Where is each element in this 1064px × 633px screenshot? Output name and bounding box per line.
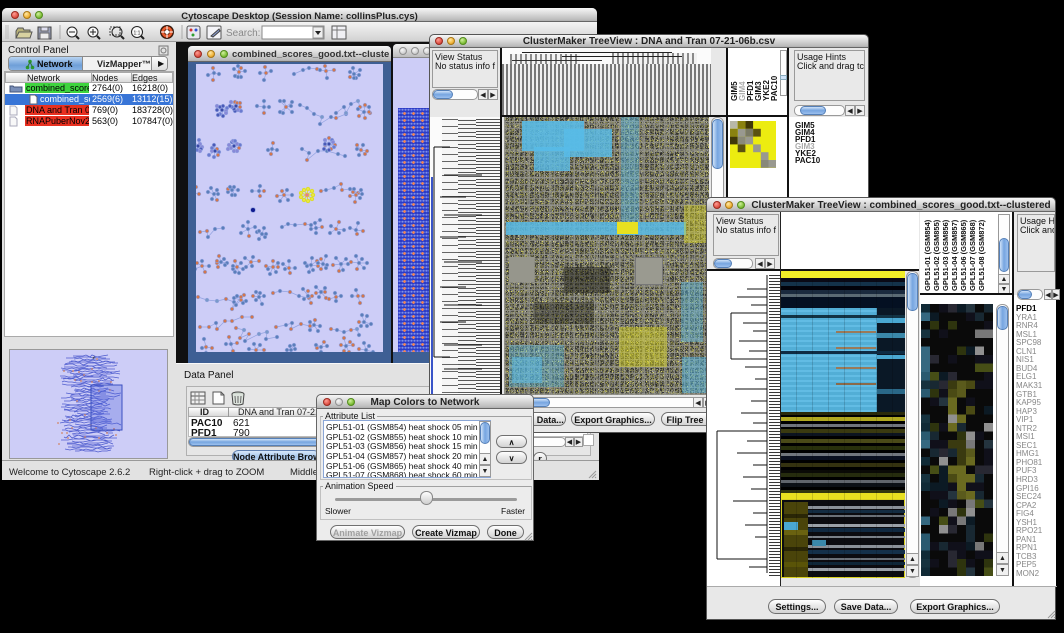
svg-text:1:1: 1:1 xyxy=(134,31,141,37)
svg-text:Search:: Search: xyxy=(226,28,260,39)
